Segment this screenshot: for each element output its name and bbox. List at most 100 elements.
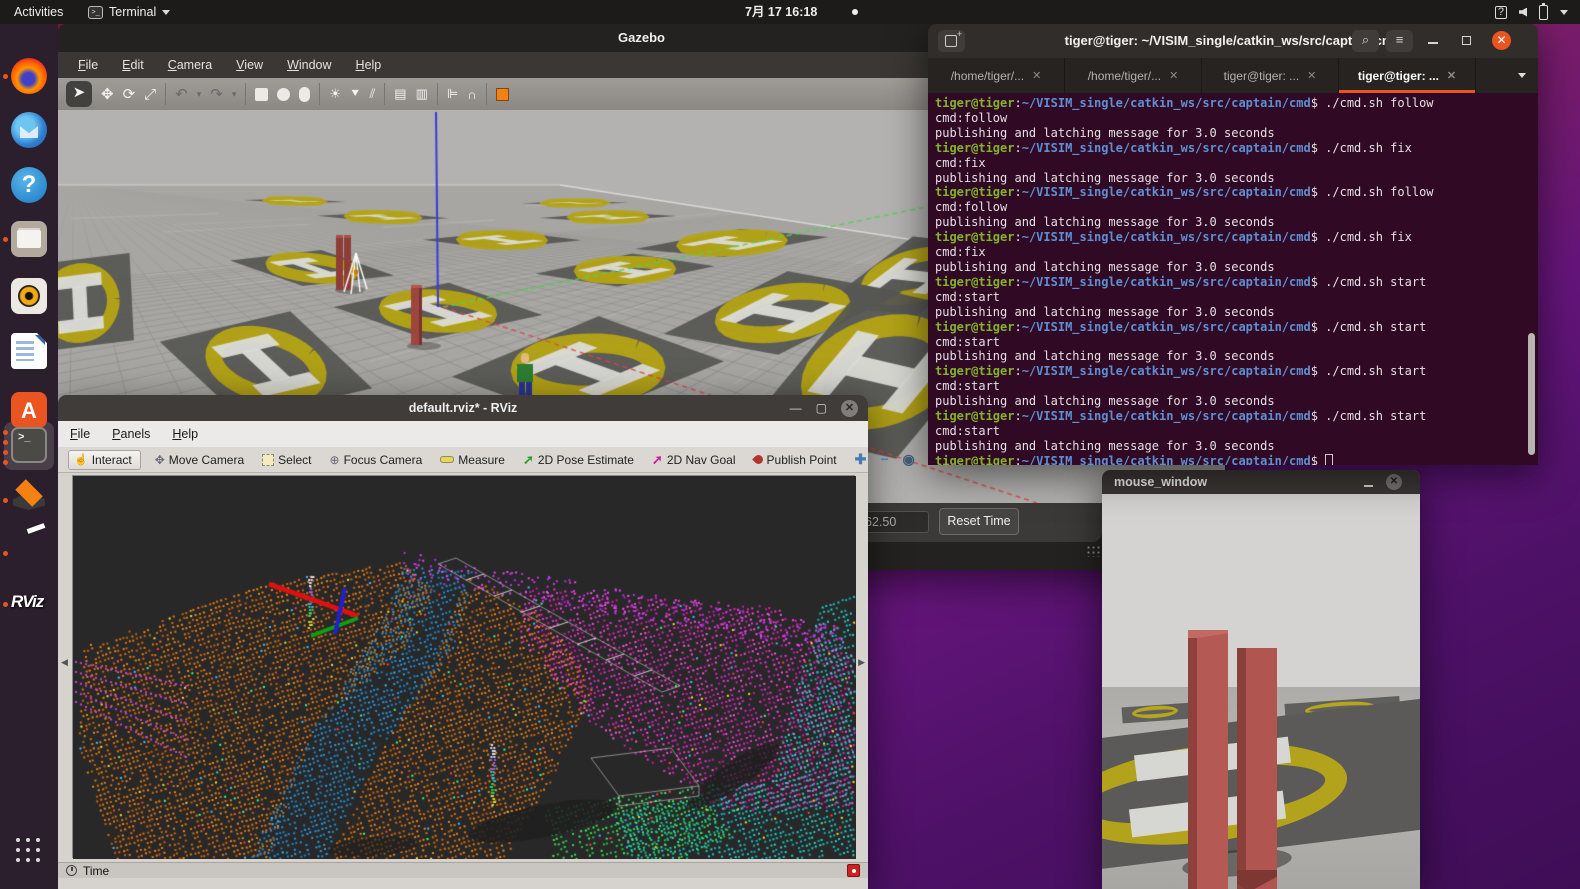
cylinder-tool[interactable] <box>299 87 310 102</box>
menu-file[interactable]: File <box>70 427 90 441</box>
menu-help[interactable]: Help <box>356 58 382 72</box>
show-applications-button[interactable] <box>16 838 42 864</box>
time-panel-label: Time <box>83 864 109 878</box>
dock-item-thunderbird[interactable] <box>11 112 47 148</box>
clock-icon <box>66 865 77 876</box>
clock[interactable]: 7月 17 16:18 <box>745 0 817 24</box>
align-tool[interactable]: ⊫ <box>447 86 458 102</box>
collapse-right-panel[interactable]: ▶ <box>858 657 865 668</box>
add-tool-button[interactable]: ✚ <box>855 451 867 468</box>
publish-point-tool[interactable]: Publish Point <box>754 453 837 467</box>
maximize-button[interactable]: ▢ <box>816 401 827 415</box>
dock-item-gazebo[interactable] <box>11 480 47 516</box>
tab-list-button[interactable] <box>1518 73 1526 78</box>
close-button[interactable]: ✕ <box>1492 31 1511 50</box>
dock-item-firefox[interactable] <box>11 58 47 94</box>
system-tray[interactable]: ? <box>1495 0 1568 24</box>
minimize-button[interactable] <box>1364 485 1373 487</box>
translate-tool[interactable]: ✥ <box>101 85 114 103</box>
menu-view[interactable]: View <box>236 58 263 72</box>
terminal-titlebar[interactable]: tiger@tiger: ~/VISIM_single/catkin_ws/sr… <box>928 24 1538 58</box>
menu-panels[interactable]: Panels <box>112 427 150 441</box>
terminal-icon: >_ <box>88 6 103 19</box>
tool-visibility-button[interactable]: ◉ <box>903 451 915 468</box>
tab-close-icon[interactable]: ✕ <box>1032 69 1041 82</box>
dock-item-rviz[interactable]: RViz <box>11 592 47 628</box>
dock: ? A >_ RViz <box>0 24 58 889</box>
dock-item-files[interactable] <box>11 221 47 257</box>
time-panel-close[interactable] <box>847 864 860 877</box>
undo-button[interactable]: ↶ <box>175 85 188 103</box>
focus-camera-tool[interactable]: ⊕Focus Camera <box>330 453 423 467</box>
terminal-tab[interactable]: tiger@tiger: ...✕ <box>1202 58 1339 93</box>
menu-edit[interactable]: Edit <box>122 58 144 72</box>
maximize-button[interactable] <box>1462 36 1471 45</box>
point-light-tool[interactable]: ☀ <box>329 86 341 102</box>
menu-button[interactable]: ≡ <box>1386 30 1413 52</box>
terminal-scrollbar[interactable] <box>1528 333 1535 455</box>
close-button[interactable]: ✕ <box>1386 474 1402 490</box>
measure-tool[interactable]: Measure <box>440 453 505 467</box>
tab-close-icon[interactable]: ✕ <box>1307 69 1316 82</box>
redo-button[interactable]: ↷ <box>210 85 223 103</box>
rotate-tool[interactable]: ⟳ <box>123 85 136 103</box>
collapse-left-panel[interactable]: ◀ <box>61 657 68 668</box>
terminal-tab[interactable]: /home/tiger/...✕ <box>928 58 1065 93</box>
terminal-window: tiger@tiger: ~/VISIM_single/catkin_ws/sr… <box>928 24 1538 465</box>
dock-item-ubuntu-software[interactable]: A <box>11 392 47 428</box>
running-dot <box>3 440 8 445</box>
focused-app-menu[interactable]: >_ Terminal <box>88 0 170 24</box>
minimize-button[interactable]: — <box>790 401 802 415</box>
copy-button[interactable]: ▤ <box>394 86 406 102</box>
running-dot <box>3 450 8 455</box>
pose-estimate-tool[interactable]: ➚2D Pose Estimate <box>523 452 634 468</box>
network-icon: ? <box>1495 6 1507 19</box>
terminal-tab[interactable]: /home/tiger/...✕ <box>1065 58 1202 93</box>
dock-item-help[interactable]: ? <box>11 167 47 203</box>
select-tool[interactable]: ➤ <box>66 81 92 107</box>
spot-light-tool[interactable]: ⯆ <box>350 86 360 102</box>
dock-item-rhythmbox[interactable] <box>11 278 47 314</box>
mouse-window-titlebar[interactable]: mouse_window <box>1102 470 1420 494</box>
select-tool[interactable]: Select <box>262 453 311 467</box>
tab-close-icon[interactable]: ✕ <box>1169 69 1178 82</box>
minimize-button[interactable] <box>1428 42 1438 44</box>
dock-item-terminal[interactable]: >_ <box>11 427 47 463</box>
chevron-down-icon: ▾ <box>197 89 202 100</box>
menu-help[interactable]: Help <box>172 427 198 441</box>
move-camera-tool[interactable]: ✥Move Camera <box>155 453 244 467</box>
chevron-down-icon: ▾ <box>232 89 237 100</box>
mouse-window-viewport[interactable] <box>1102 494 1420 889</box>
box-tool[interactable] <box>255 88 268 101</box>
nav-goal-tool[interactable]: ➚2D Nav Goal <box>652 452 736 468</box>
rviz-3d-viewport[interactable] <box>72 475 855 858</box>
terminal-tab[interactable]: tiger@tiger: ...✕ <box>1339 58 1476 93</box>
directional-light-tool[interactable]: ⫽ <box>369 86 375 102</box>
battery-icon <box>1539 5 1548 20</box>
remove-tool-button[interactable]: − <box>880 451 888 468</box>
reset-time-button[interactable]: Reset Time <box>939 508 1019 535</box>
terminal-output[interactable]: tiger@tiger:~/VISIM_single/catkin_ws/src… <box>928 93 1538 465</box>
paste-button[interactable]: ▥ <box>416 86 428 102</box>
search-button[interactable]: ⌕ <box>1352 30 1379 52</box>
menu-camera[interactable]: Camera <box>168 58 212 72</box>
resize-grip[interactable] <box>1086 545 1100 557</box>
rviz-titlebar[interactable]: default.rviz* - RViz <box>58 395 868 421</box>
dock-item-libreoffice[interactable] <box>11 333 47 369</box>
red-pillar <box>1237 648 1277 889</box>
menu-window[interactable]: Window <box>287 58 331 72</box>
activities-button[interactable]: Activities <box>14 0 63 24</box>
close-button[interactable]: ✕ <box>841 400 858 417</box>
running-dot <box>3 551 8 556</box>
scale-tool[interactable]: ⤢ <box>144 86 156 103</box>
sphere-tool[interactable] <box>277 88 290 101</box>
focused-app-label: Terminal <box>109 0 156 24</box>
snap-tool[interactable]: ∩ <box>467 87 476 102</box>
view-angle-tool[interactable] <box>496 88 509 101</box>
rviz-toolbar: ☝Interact ✥Move Camera Select ⊕Focus Cam… <box>58 447 868 473</box>
tab-close-icon[interactable]: ✕ <box>1447 69 1456 82</box>
running-dot <box>3 237 8 242</box>
chevron-down-icon <box>1560 10 1568 15</box>
menu-file[interactable]: File <box>78 58 98 72</box>
interact-tool[interactable]: ☝Interact <box>68 450 141 470</box>
